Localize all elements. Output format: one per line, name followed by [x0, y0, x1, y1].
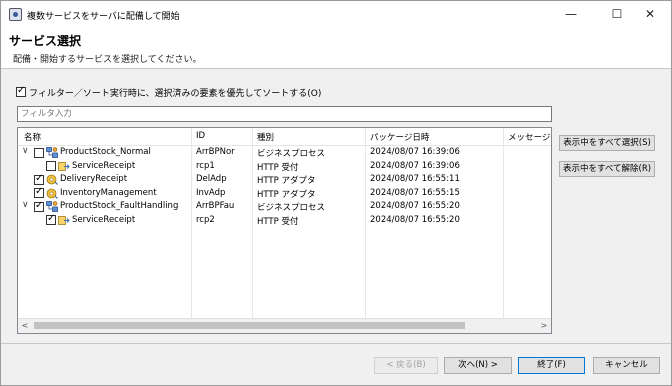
cell-type: HTTP アダプタ — [257, 189, 316, 200]
cell-name: ProductStock_FaultHandling — [60, 201, 179, 211]
cell-type: HTTP 受付 — [257, 162, 299, 173]
cell-id: InvAdp — [196, 187, 226, 198]
cell-package-date: 2024/08/07 16:55:11 — [370, 174, 460, 184]
cell-id: ArrBPNor — [196, 147, 235, 157]
column-header-message[interactable]: メッセージ — [508, 131, 550, 143]
page-header: サービス選択 配備・開始するサービスを選択してください。 — [1, 28, 671, 68]
http-receiver-icon — [58, 161, 70, 172]
cell-type: HTTP アダプタ — [257, 176, 316, 186]
table-row[interactable]: ∨ ProductStock_Normal ArrBPNor ビジネスプロセス 2024… — [18, 146, 551, 160]
cell-package-date: 2024/08/07 16:55:20 — [370, 214, 460, 225]
finish-button[interactable]: 終了(F) — [518, 357, 585, 374]
http-adapter-icon — [46, 174, 58, 185]
table-row[interactable]: DeliveryReceipt DelAdp HTTP アダプタ 2024/08/07… — [18, 173, 551, 187]
scroll-left-icon[interactable]: < — [18, 319, 32, 333]
scrollbar-thumb[interactable] — [34, 322, 465, 329]
header-divider — [1, 68, 671, 69]
cell-package-date: 2024/08/07 16:55:15 — [370, 187, 460, 198]
cell-id: rcp2 — [196, 214, 215, 225]
row-checkbox[interactable] — [46, 161, 56, 171]
sort-indicator-icon: ^ — [102, 127, 108, 133]
row-checkbox[interactable] — [34, 173, 44, 185]
service-table: ^ 名称 ID 種別 パッケージ日時 メッセージ ∨ ProductStock_N… — [17, 127, 552, 334]
cell-type: ビジネスプロセス — [257, 203, 326, 213]
cell-type: ビジネスプロセス — [257, 149, 326, 159]
prioritize-selected-checkbox[interactable] — [16, 85, 26, 97]
column-header-package-date[interactable]: パッケージ日時 — [370, 131, 429, 143]
cell-package-date: 2024/08/07 16:55:20 — [370, 201, 460, 211]
table-row[interactable]: ServiceReceipt rcp1 HTTP 受付 2024/08/07 16:3… — [18, 160, 551, 174]
minimize-icon[interactable]: — — [550, 1, 592, 28]
scroll-right-icon[interactable]: > — [537, 319, 551, 333]
cell-name: InventoryManagement — [60, 187, 157, 198]
column-header-id[interactable]: ID — [196, 131, 205, 141]
page-description: 配備・開始するサービスを選択してください。 — [13, 55, 202, 65]
close-icon[interactable]: ✕ — [629, 1, 671, 28]
horizontal-scrollbar[interactable]: < > — [18, 318, 551, 333]
row-checkbox[interactable] — [34, 200, 44, 212]
cell-name: DeliveryReceipt — [60, 174, 128, 184]
title-bar: 複数サービスをサーバに配備して開始 — ☐ ✕ — [1, 1, 671, 28]
cell-type: HTTP 受付 — [257, 216, 299, 227]
expand-toggle-icon[interactable]: ∨ — [22, 200, 29, 210]
window-title: 複数サービスをサーバに配備して開始 — [27, 12, 180, 22]
table-header: ^ 名称 ID 種別 パッケージ日時 メッセージ — [18, 128, 551, 146]
http-receiver-icon — [58, 215, 70, 226]
page-title: サービス選択 — [9, 34, 82, 48]
select-all-visible-button[interactable]: 表示中をすべて選択(S) — [559, 135, 655, 151]
business-process-icon — [46, 147, 58, 158]
prioritize-selected-label: フィルター／ソート実行時に、選択済みの要素を優先してソートする(O) — [29, 89, 322, 99]
back-button[interactable]: < 戻る(B) — [374, 357, 438, 374]
cell-id: DelAdp — [196, 174, 227, 184]
app-icon — [9, 8, 22, 21]
deselect-all-visible-button[interactable]: 表示中をすべて解除(R) — [559, 161, 655, 177]
cell-package-date: 2024/08/07 16:39:06 — [370, 160, 460, 171]
table-row[interactable]: ServiceReceipt rcp2 HTTP 受付 2024/08/07 16:5… — [18, 213, 551, 228]
cell-id: rcp1 — [196, 160, 215, 171]
column-header-type[interactable]: 種別 — [257, 131, 274, 143]
dialog-window: 複数サービスをサーバに配備して開始 — ☐ ✕ サービス選択 配備・開始するサー… — [0, 0, 672, 386]
next-button[interactable]: 次へ(N) > — [444, 357, 512, 374]
business-process-icon — [46, 201, 58, 212]
cell-name: ProductStock_Normal — [60, 147, 151, 157]
column-header-name[interactable]: 名称 — [24, 131, 41, 143]
row-checkbox[interactable] — [34, 147, 44, 158]
table-row[interactable]: InventoryManagement InvAdp HTTP アダプタ 2024/0… — [18, 186, 551, 201]
cell-id: ArrBPFau — [196, 201, 235, 211]
cell-package-date: 2024/08/07 16:39:06 — [370, 147, 460, 157]
table-row[interactable]: ∨ ProductStock_FaultHandling ArrBPFau ビジネスプ… — [18, 200, 551, 214]
filter-input[interactable] — [17, 106, 552, 122]
http-adapter-icon — [46, 188, 58, 199]
cell-name: ServiceReceipt — [72, 214, 136, 225]
row-checkbox[interactable] — [46, 213, 56, 225]
cancel-button[interactable]: キャンセル — [593, 357, 660, 374]
cell-name: ServiceReceipt — [72, 160, 136, 171]
footer-divider — [1, 343, 671, 344]
row-checkbox[interactable] — [34, 186, 44, 198]
expand-toggle-icon[interactable]: ∨ — [22, 146, 29, 156]
